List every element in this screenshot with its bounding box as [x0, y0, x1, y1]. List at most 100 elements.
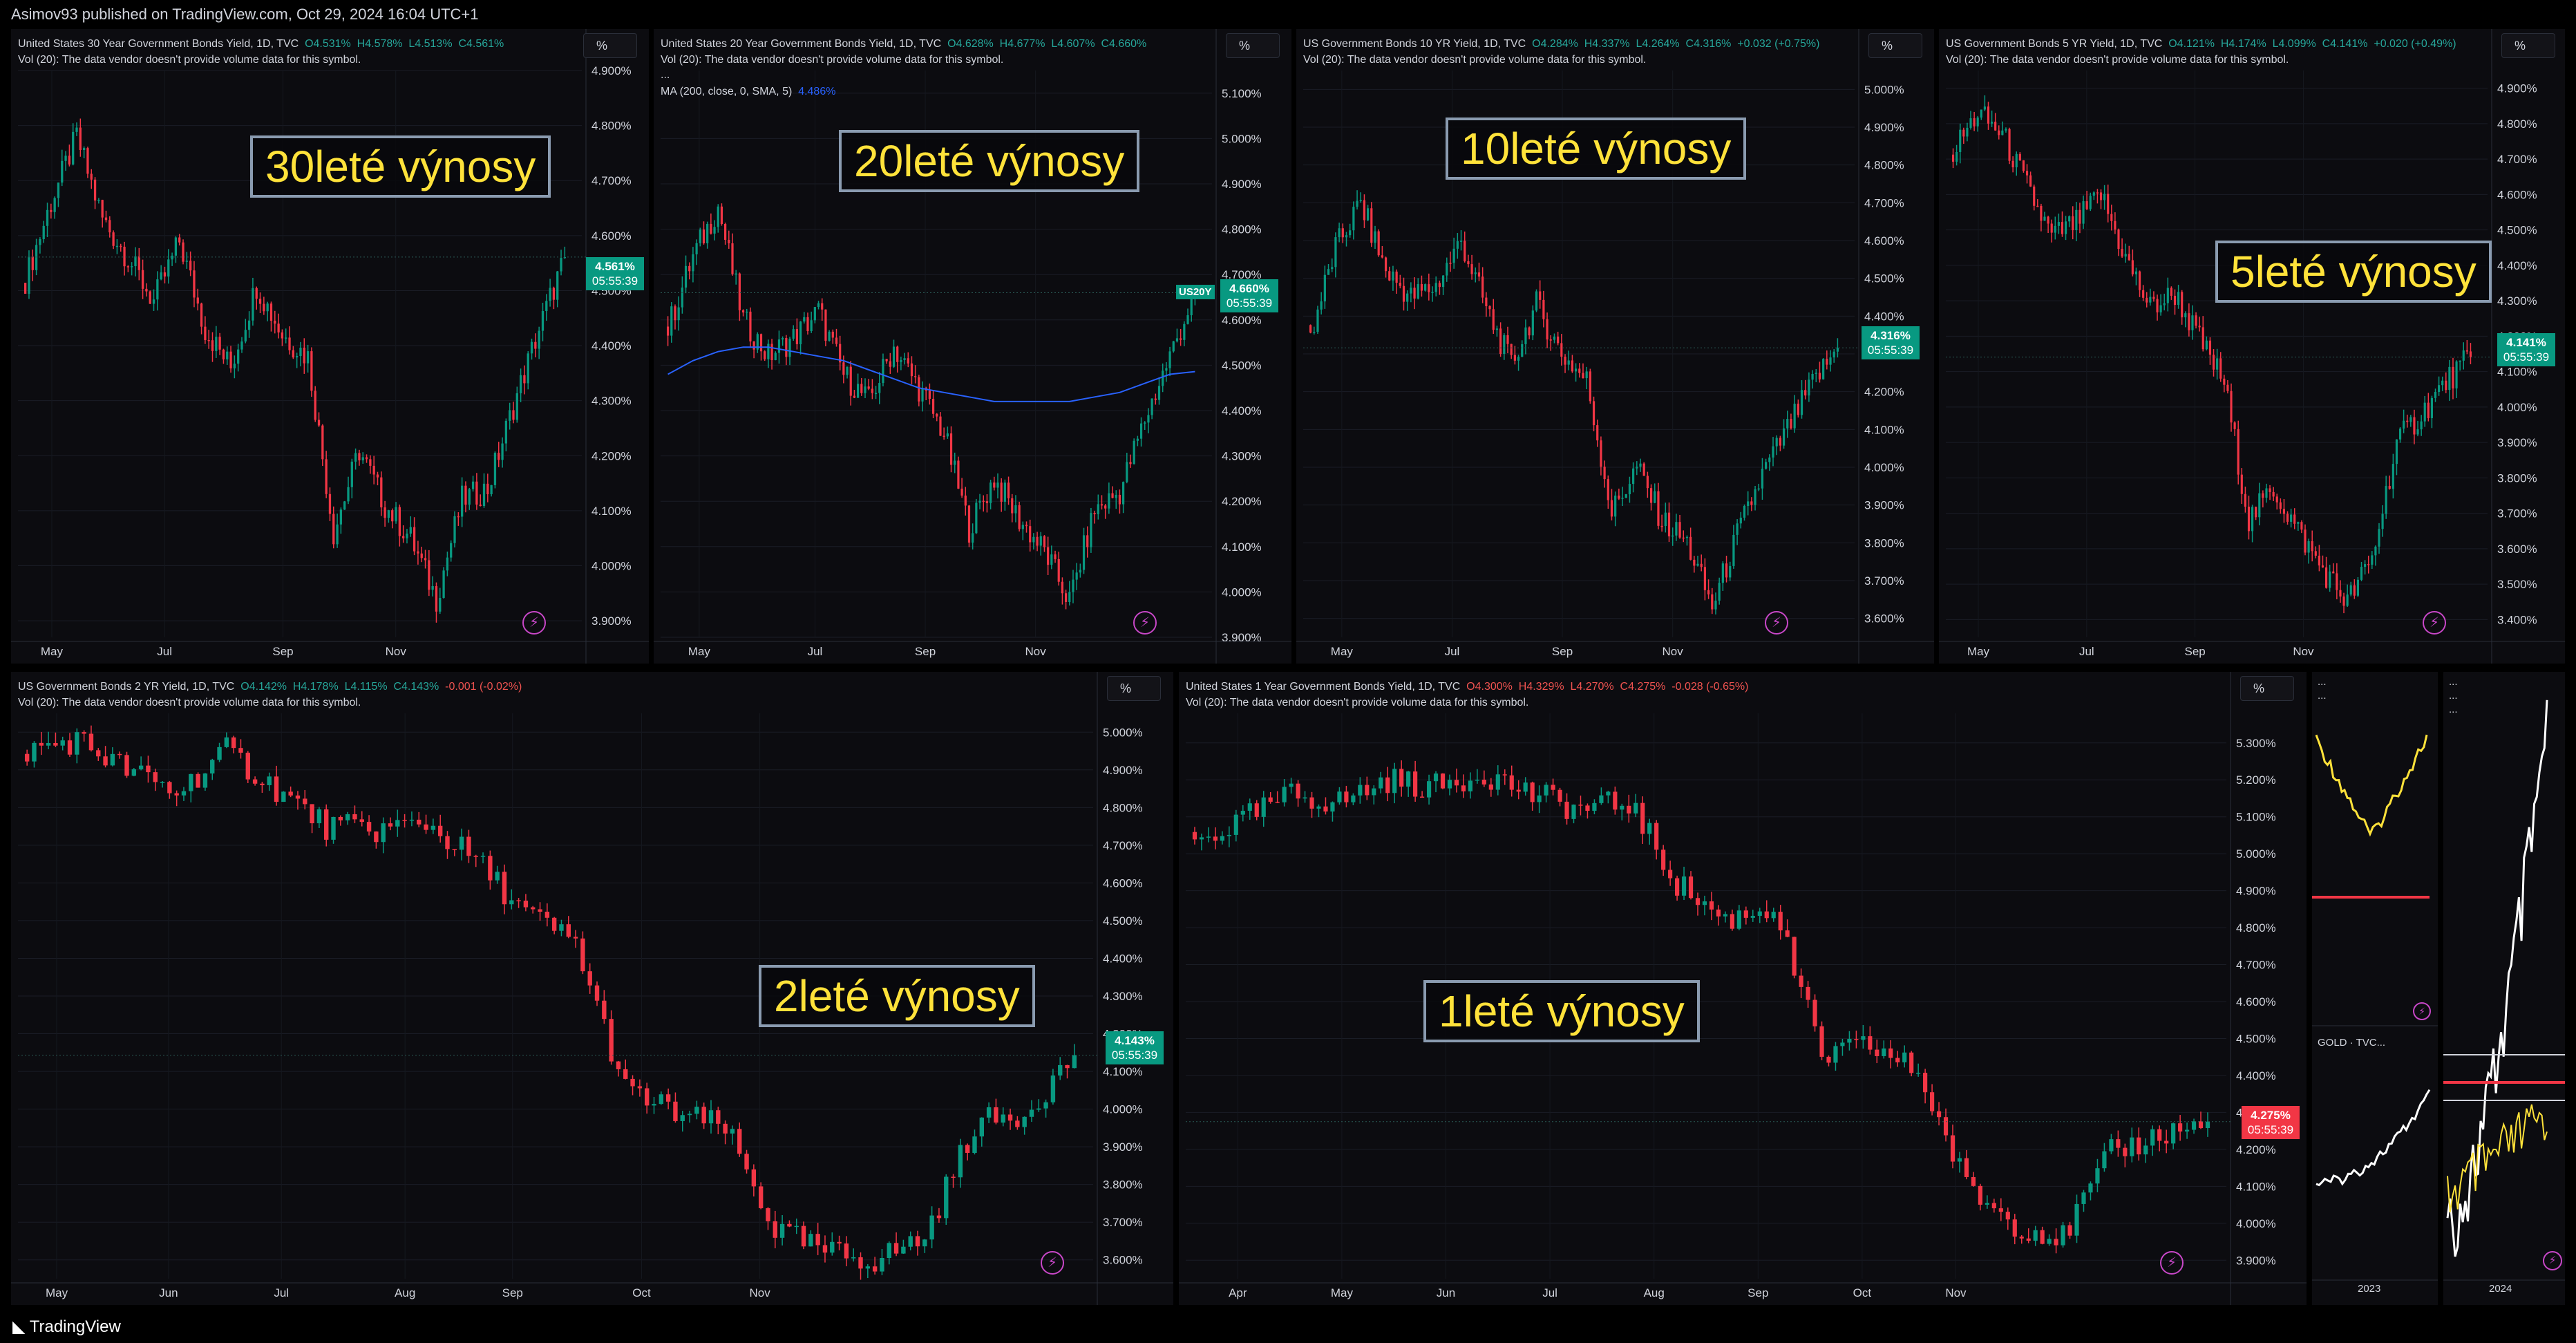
candle-body — [1097, 504, 1099, 514]
lightning-icon[interactable]: ⚡ — [2160, 1251, 2184, 1275]
candle-body — [420, 553, 423, 558]
percent-scale-button[interactable]: % — [1107, 676, 1161, 701]
candle-body — [252, 779, 258, 784]
lightning-icon[interactable]: ⚡ — [1765, 611, 1788, 635]
candle-body — [1585, 371, 1588, 379]
candle-body — [2395, 439, 2398, 464]
chart-us05y[interactable]: 4.900% 4.800% 4.700% 4.600% 4.500% 4.400% 4.30… — [1939, 29, 2565, 664]
y-tick-label: 3.400% — [2497, 613, 2537, 626]
ellipsis[interactable]: ... — [2449, 704, 2458, 715]
candle-body — [2314, 551, 2317, 556]
candle-body — [325, 459, 328, 494]
candle-body — [185, 261, 188, 262]
candle-body — [1150, 398, 1153, 415]
candle-body — [1025, 525, 1028, 527]
ma-legend[interactable]: MA (200, close, 0, SMA, 5) 4.486% — [661, 86, 835, 98]
percent-scale-button[interactable]: % — [2501, 33, 2555, 58]
candle-body — [594, 985, 600, 1001]
candle-body — [2152, 297, 2155, 299]
candle-body — [1050, 1075, 1056, 1102]
candle-body — [338, 816, 343, 820]
panel-us10y[interactable]: 5.000% 4.900% 4.800% 4.700% 4.600% 4.500% 4.40… — [1296, 29, 1934, 664]
candle-body — [972, 533, 974, 543]
lightning-icon[interactable]: ⚡ — [2543, 1251, 2562, 1270]
chart-mini-2024[interactable] — [2443, 672, 2565, 1305]
y-tick-label: 3.600% — [1103, 1254, 1143, 1267]
chart-mini-2023[interactable] — [2312, 672, 2438, 1305]
lightning-icon[interactable]: ⚡ — [2413, 1002, 2431, 1020]
candle-body — [749, 311, 752, 341]
panel-mini-2023[interactable]: ... ... GOLD · TVC... 2023 ⚡ — [2312, 672, 2438, 1305]
candle-body — [951, 1176, 956, 1178]
candle-body — [939, 416, 942, 436]
chart-us30y[interactable]: 4.900%4.800%4.700%4.600%4.500%4.400%4.30… — [11, 29, 649, 664]
percent-scale-button[interactable]: % — [583, 33, 637, 58]
percent-scale-button[interactable]: % — [2240, 676, 2294, 701]
candle-body — [688, 265, 691, 272]
candle-body — [872, 1266, 878, 1272]
candle-body — [1936, 1111, 1942, 1118]
candle-body — [1503, 335, 1506, 354]
chart-title: 5leté výnosy — [2215, 241, 2492, 303]
candle-body — [527, 353, 529, 384]
candle-body — [35, 245, 38, 270]
candle-body — [1003, 482, 1006, 502]
candle-body — [673, 1101, 678, 1121]
candle-body — [770, 344, 773, 360]
candle-body — [1531, 310, 1534, 336]
panel-us01y[interactable]: 5.300% 5.200% 5.100% 5.000% 4.900% 4.800% 4.70… — [1179, 672, 2307, 1305]
candle-body — [541, 311, 544, 331]
percent-scale-button[interactable]: % — [1226, 33, 1280, 58]
chart-title: 2leté výnosy — [759, 965, 1035, 1027]
candle-body — [931, 399, 935, 414]
candle-body — [1388, 271, 1391, 281]
panel-mini-2024[interactable]: ... ... ... 2024 ⚡ — [2443, 672, 2565, 1305]
lightning-icon[interactable]: ⚡ — [2423, 611, 2446, 635]
candle-body — [1771, 912, 1776, 919]
candle-body — [1036, 536, 1039, 546]
candle-body — [1592, 802, 1597, 811]
candle-body — [1716, 909, 1721, 917]
candle-body — [1836, 348, 1839, 352]
candle-body — [1950, 1135, 1955, 1162]
candle-body — [32, 742, 37, 762]
chart-title: 30leté výnosy — [250, 135, 551, 198]
candle-body — [46, 209, 49, 226]
candle-body — [1029, 526, 1032, 543]
candle-body — [630, 1078, 635, 1087]
lightning-icon[interactable]: ⚡ — [1041, 1251, 1064, 1275]
panel-us30y[interactable]: 4.900% 4.800% 4.700% 4.600% 4.500% 4.400% 4.30… — [11, 29, 649, 664]
panel-us02y[interactable]: 5.000% 4.900% 4.800% 4.700% 4.600% 4.500% 4.40… — [11, 672, 1173, 1305]
candle-body — [67, 740, 73, 755]
percent-scale-button[interactable]: % — [1868, 33, 1922, 58]
candle-body — [515, 393, 518, 420]
lightning-icon[interactable]: ⚡ — [1133, 611, 1157, 635]
footer: ◣ TradingView — [0, 1308, 2576, 1343]
x-tick-label: Sep — [1552, 645, 1573, 658]
chart-us20y[interactable]: 5.100%5.000%4.900%4.800%4.700%4.600%4.50… — [654, 29, 1291, 664]
candle-body — [93, 179, 97, 201]
ellipsis[interactable]: ... — [2318, 690, 2327, 702]
tradingview-logo[interactable]: ◣ TradingView — [12, 1317, 121, 1337]
candle-body — [1657, 491, 1660, 526]
candle-body — [1775, 438, 1778, 447]
candle-body — [2219, 358, 2222, 379]
ellipsis[interactable]: ... — [2449, 676, 2458, 688]
candle-body — [2022, 160, 2025, 171]
candle-body — [1695, 898, 1701, 905]
candle-body — [1454, 780, 1459, 786]
panel-us20y[interactable]: 5.100% 5.000% 4.900% 4.800% 4.700% 4.600% 4.50… — [654, 29, 1291, 664]
candle-body — [817, 303, 820, 308]
candle-body — [202, 773, 208, 788]
lightning-icon[interactable]: ⚡ — [522, 611, 546, 635]
candle-body — [544, 912, 550, 918]
chart-us01y[interactable]: 5.300% 5.200% 5.100% 5.000% 4.900% 4.800% 4.70… — [1179, 672, 2307, 1305]
candle-body — [1723, 914, 1727, 917]
candle-body — [1792, 937, 1797, 976]
ellipsis[interactable]: ... — [2318, 676, 2327, 688]
candle-body — [439, 598, 442, 612]
candle-body — [996, 482, 999, 488]
ellipsis[interactable]: ... — [661, 69, 670, 82]
panel-us05y[interactable]: 4.900% 4.800% 4.700% 4.600% 4.500% 4.400% 4.30… — [1939, 29, 2565, 664]
ellipsis[interactable]: ... — [2449, 690, 2458, 702]
